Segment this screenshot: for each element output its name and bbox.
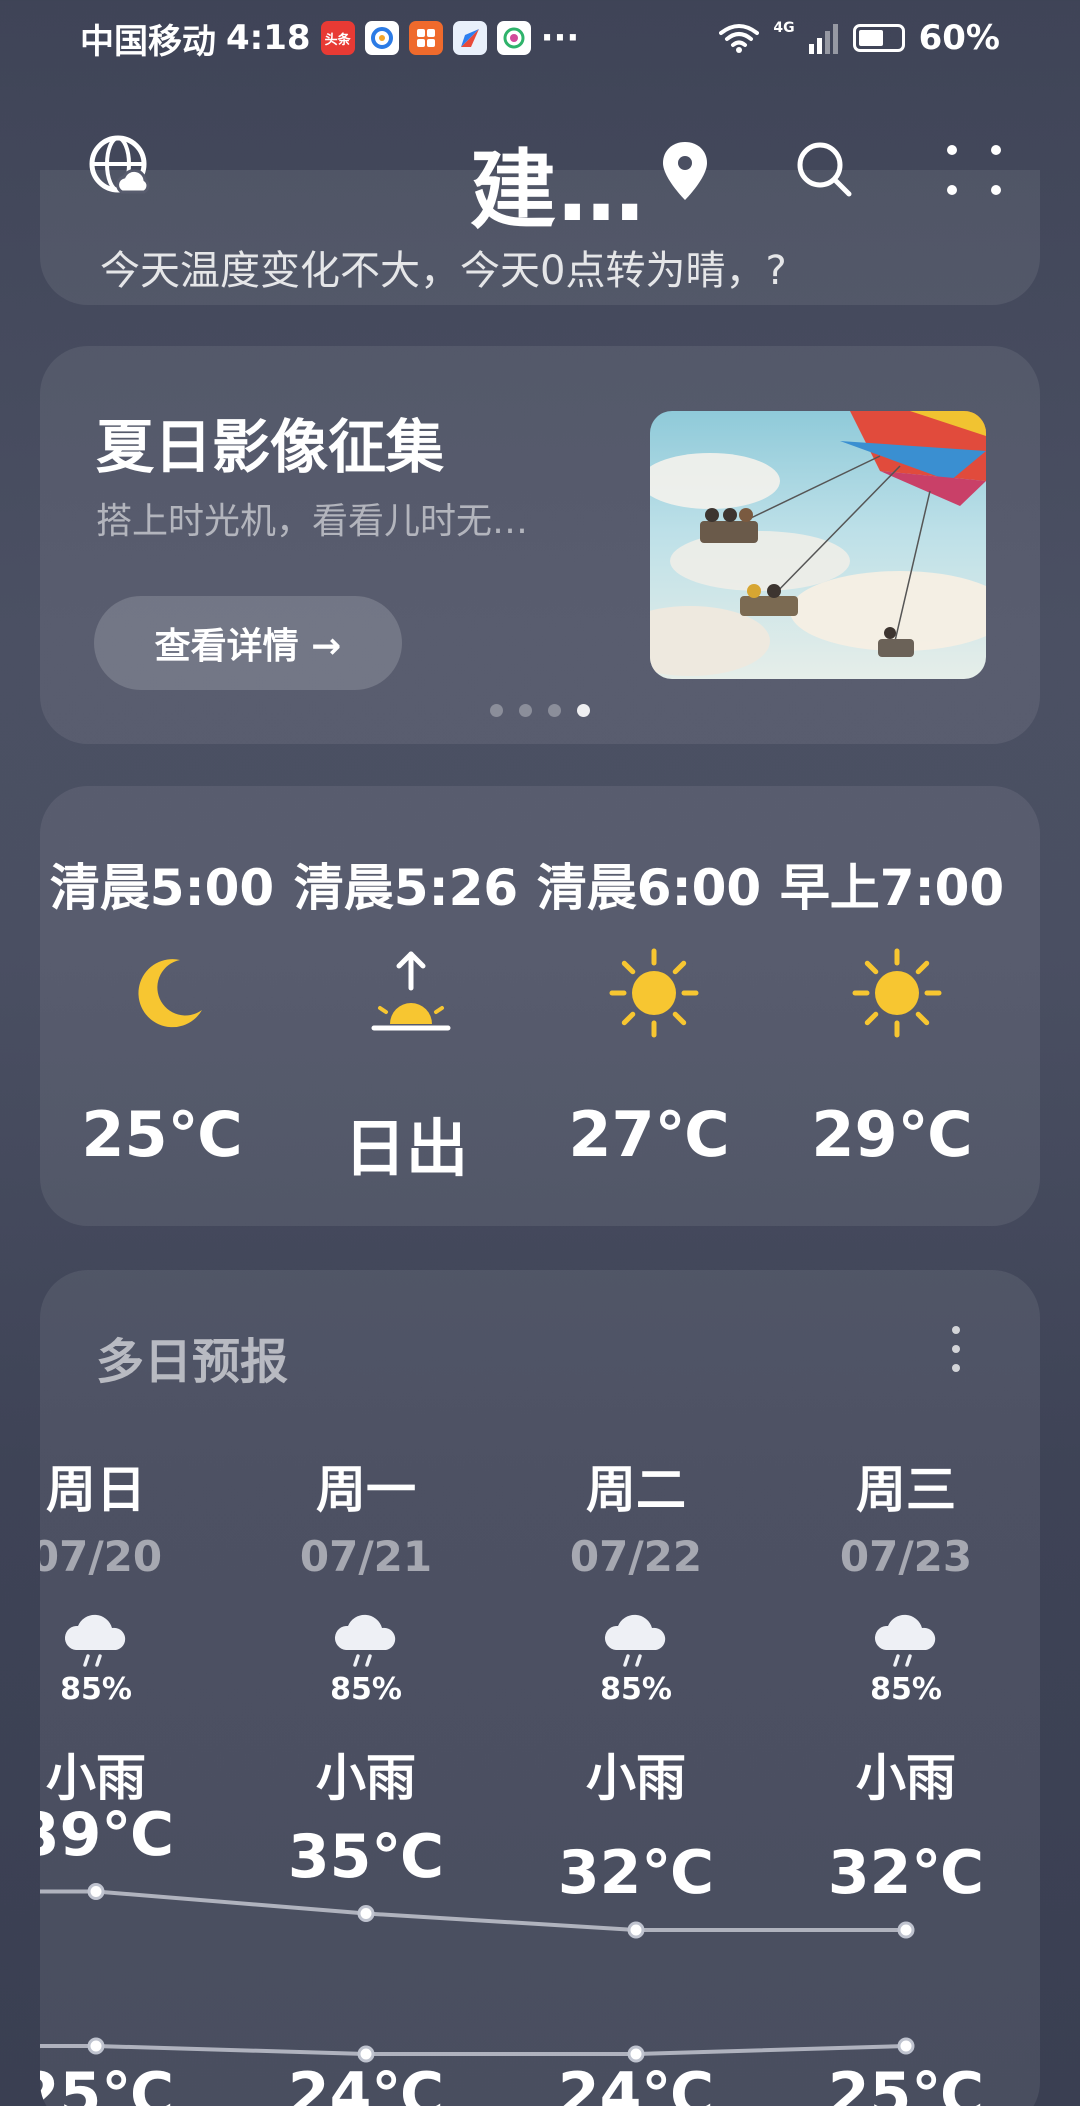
clock: 4:18 <box>226 18 311 58</box>
high-temp-point <box>627 1921 645 1939</box>
promo-banner-card[interactable]: 夏日影像征集 搭上时光机，看看儿时无… 查看详情 → <box>40 346 1040 744</box>
weather-summary-text: 今天温度变化不大，今天0点转为晴，? <box>100 248 787 294</box>
low-temp-point <box>627 2045 645 2063</box>
hour-time: 清晨6:00 <box>536 859 762 917</box>
forecast-condition: 小雨 <box>856 1749 956 1807</box>
forecast-day-name: 周日 <box>46 1461 146 1519</box>
status-bar: 中国移动 4:18 头条 ··· 4G 60% <box>0 0 1080 76</box>
precipitation-probability: 85% <box>600 1672 672 1707</box>
pagination-dot <box>490 704 503 717</box>
precipitation-probability: 85% <box>870 1672 942 1707</box>
hour-temperature: 日出 <box>343 1112 468 1185</box>
forecast-day-name: 周二 <box>586 1461 686 1519</box>
hourly-forecast-card[interactable]: 清晨5:00 25℃ 清晨5:26 日出 清晨6:00 27℃ 早上7:00 29℃ 早 <box>40 786 1040 1226</box>
banner-title: 夏日影像征集 <box>96 413 445 481</box>
network-type: 4G <box>773 20 795 36</box>
forecast-high-temp: 32℃ <box>827 1838 985 1908</box>
low-temp-point <box>87 2037 105 2055</box>
low-temp-point <box>897 2037 915 2055</box>
pagination-dot <box>548 704 561 717</box>
precipitation-probability: 85% <box>330 1672 402 1707</box>
forecast-date: 07/21 <box>299 1532 433 1581</box>
forecast-date: 07/23 <box>839 1532 973 1581</box>
light-rain-icon <box>604 1614 666 1667</box>
weather-summary-card[interactable]: 今天温度变化不大，今天0点转为晴，? <box>40 170 1040 305</box>
high-temp-point <box>897 1921 915 1939</box>
hour-temperature: 25℃ <box>81 1098 243 1171</box>
forecast-low-temp: 25℃ <box>827 2060 985 2106</box>
forecast-low-temp: 24℃ <box>287 2060 445 2106</box>
status-left: 中国移动 4:18 头条 ··· <box>80 14 719 63</box>
precipitation-probability: 85% <box>60 1672 132 1707</box>
hour-time: 清晨5:00 <box>49 859 275 917</box>
forecast-condition: 小雨 <box>586 1749 686 1807</box>
banner-image[interactable] <box>650 411 986 679</box>
forecast-condition: 小雨 <box>316 1749 416 1807</box>
forecast-day-name: 周一 <box>316 1461 416 1519</box>
forecast-low-temp: 24℃ <box>557 2060 715 2106</box>
hour-time: 清晨5:26 <box>293 859 519 917</box>
hour-temperature: 29℃ <box>811 1098 973 1171</box>
forecast-high-temp: 35℃ <box>287 1821 445 1892</box>
low-temp-point <box>357 2045 375 2063</box>
forecast-day-name: 周三 <box>856 1461 956 1519</box>
battery-percent: 60% <box>918 18 1000 58</box>
app-notification-icon <box>408 21 443 55</box>
carrier-label: 中国移动 <box>80 21 216 62</box>
light-rain-icon <box>64 1614 126 1667</box>
hour-time: 早 <box>1013 848 1040 920</box>
high-temp-point <box>357 1905 375 1922</box>
pagination-dot <box>577 704 590 717</box>
pagination-dot <box>519 704 532 717</box>
hour-temperature: 27℃ <box>568 1098 730 1171</box>
battery-icon <box>852 24 905 52</box>
light-rain-icon <box>874 1614 936 1667</box>
wifi-icon <box>719 24 760 53</box>
forecast-date: 07/22 <box>569 1532 703 1581</box>
sunrise-icon <box>366 948 456 1038</box>
banner-subtitle: 搭上时光机，看看儿时无… <box>96 501 529 542</box>
app-notification-icon <box>364 21 399 55</box>
view-details-button[interactable]: 查看详情 → <box>94 596 402 690</box>
status-right: 4G 60% <box>719 18 1000 58</box>
sun-icon <box>852 948 942 1038</box>
banner-pagination <box>490 704 590 717</box>
app-notification-icon <box>496 21 531 55</box>
light-rain-icon <box>334 1614 396 1667</box>
forecast-high-temp: 39℃ <box>40 1799 175 1870</box>
forecast-date: 07/20 <box>40 1532 163 1581</box>
signal-icon <box>808 24 838 54</box>
more-notifications: ··· <box>540 18 580 58</box>
forecast-low-temp: 25℃ <box>40 2060 175 2106</box>
high-temp-point <box>87 1883 105 1900</box>
toutiao-app-icon: 头条 <box>320 21 355 55</box>
sun-icon <box>609 948 699 1038</box>
forecast-high-temp: 32℃ <box>557 1838 715 1908</box>
high-temp-line <box>40 1889 906 1932</box>
hour-time: 早上7:00 <box>779 859 1005 917</box>
multi-day-forecast-card[interactable]: 多日预报 周日07/2085%小雨39℃25℃周一07/2185%小雨35℃24… <box>40 1270 1040 2106</box>
low-temp-line <box>40 2044 907 2056</box>
app-notification-icon <box>452 21 487 55</box>
moon-icon <box>122 948 212 1038</box>
